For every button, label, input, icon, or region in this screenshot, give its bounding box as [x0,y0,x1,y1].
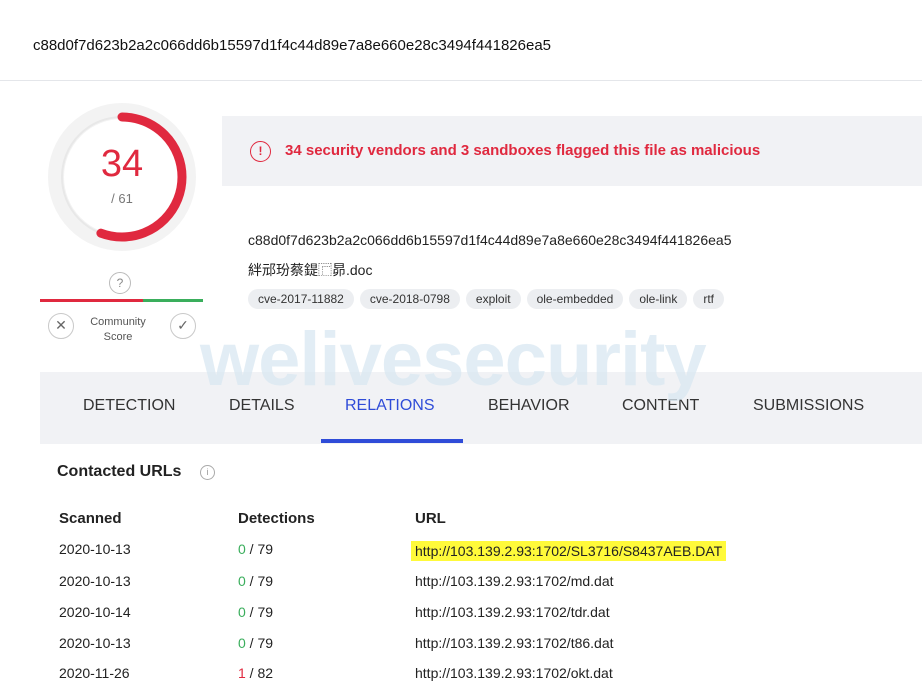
table-row[interactable]: 2020-10-13 0 / 79 http://103.139.2.93:1702… [0,635,922,663]
file-tags: cve-2017-11882 cve-2018-0798 exploit ole… [248,289,725,309]
vote-harmless-button[interactable]: ✓ [170,313,196,339]
file-info-panel: c88d0f7d623b2a2c066dd6b15597d1f4c44d89e7… [222,186,922,336]
detection-total: / 79 [245,541,274,557]
detection-count: 0 [238,604,246,620]
detection-count: 0 [238,541,246,557]
community-score-positive-bar [143,299,203,302]
detection-ratio: 0 / 79 [238,604,273,620]
watermark: welivesecurity [200,317,707,402]
info-icon[interactable]: i [200,465,215,480]
detection-count: 0 [238,635,246,651]
score-detections: 34 [100,143,144,185]
vote-harmful-button[interactable]: ✕ [48,313,74,339]
detection-ratio: 1 / 82 [238,665,273,681]
active-tab-indicator [321,439,463,443]
detection-score-gauge: 34 / 61 [47,102,197,252]
community-score-negative-bar [40,299,143,302]
tag-exploit[interactable]: exploit [465,289,521,309]
column-header-url: URL [415,510,446,527]
scanned-date: 2020-10-13 [59,541,131,557]
column-header-detections: Detections [238,510,315,527]
detection-ratio: 0 / 79 [238,573,273,589]
detection-total: / 79 [245,604,274,620]
table-row[interactable]: 2020-10-14 0 / 79 http://103.139.2.93:1702… [0,604,922,632]
table-row[interactable]: 2020-10-13 0 / 79 http://103.139.2.93:1702… [0,541,922,569]
scanned-date: 2020-10-13 [59,573,131,589]
tag-ole-link[interactable]: ole-link [629,289,688,309]
community-score-unknown-icon: ? [109,272,131,294]
detection-total: / 79 [245,573,274,589]
file-hash-header: c88d0f7d623b2a2c066dd6b15597d1f4c44d89e7… [0,0,922,81]
community-score-label: Community Score [90,316,146,343]
scanned-date: 2020-11-26 [59,665,130,681]
header-hash-text[interactable]: c88d0f7d623b2a2c066dd6b15597d1f4c44d89e7… [33,37,551,54]
tag-rtf[interactable]: rtf [693,289,725,309]
contacted-urls-title: Contacted URLs [57,463,182,480]
tab-submissions[interactable]: SUBMISSIONS [753,372,864,444]
contacted-url-link[interactable]: http://103.139.2.93:1702/md.dat [415,573,614,589]
detection-ratio: 0 / 79 [238,541,273,557]
detection-total: / 79 [245,635,274,651]
table-row[interactable]: 2020-11-26 1 / 82 http://103.139.2.93:1702… [0,665,922,693]
scanned-date: 2020-10-14 [59,604,131,620]
alert-text: 34 security vendors and 3 sandboxes flag… [285,142,761,159]
contacted-url-link[interactable]: http://103.139.2.93:1702/SL3716/S8437AEB… [411,541,727,561]
score-total: / 61 [111,191,133,206]
tag-cve-2017-11882[interactable]: cve-2017-11882 [248,289,354,309]
tab-detection[interactable]: DETECTION [83,372,175,444]
tag-ole-embedded[interactable]: ole-embedded [526,289,624,309]
file-name: 絆邧玢蔡鍉⿸昴.doc [248,262,373,278]
detection-count: 1 [238,665,246,681]
contacted-url-link[interactable]: http://103.139.2.93:1702/t86.dat [415,635,614,651]
contacted-url-link[interactable]: http://103.139.2.93:1702/okt.dat [415,665,613,681]
column-header-scanned: Scanned [59,510,122,527]
detection-total: / 82 [245,665,274,681]
scanned-date: 2020-10-13 [59,635,131,651]
table-row[interactable]: 2020-10-13 0 / 79 http://103.139.2.93:1702… [0,573,922,601]
tag-cve-2018-0798[interactable]: cve-2018-0798 [359,289,460,309]
alert-icon: ! [250,141,271,162]
contacted-url-link[interactable]: http://103.139.2.93:1702/tdr.dat [415,604,610,620]
detection-count: 0 [238,573,246,589]
malicious-alert-banner: ! 34 security vendors and 3 sandboxes fl… [222,116,922,186]
file-hash[interactable]: c88d0f7d623b2a2c066dd6b15597d1f4c44d89e7… [248,232,731,248]
detection-ratio: 0 / 79 [238,635,273,651]
